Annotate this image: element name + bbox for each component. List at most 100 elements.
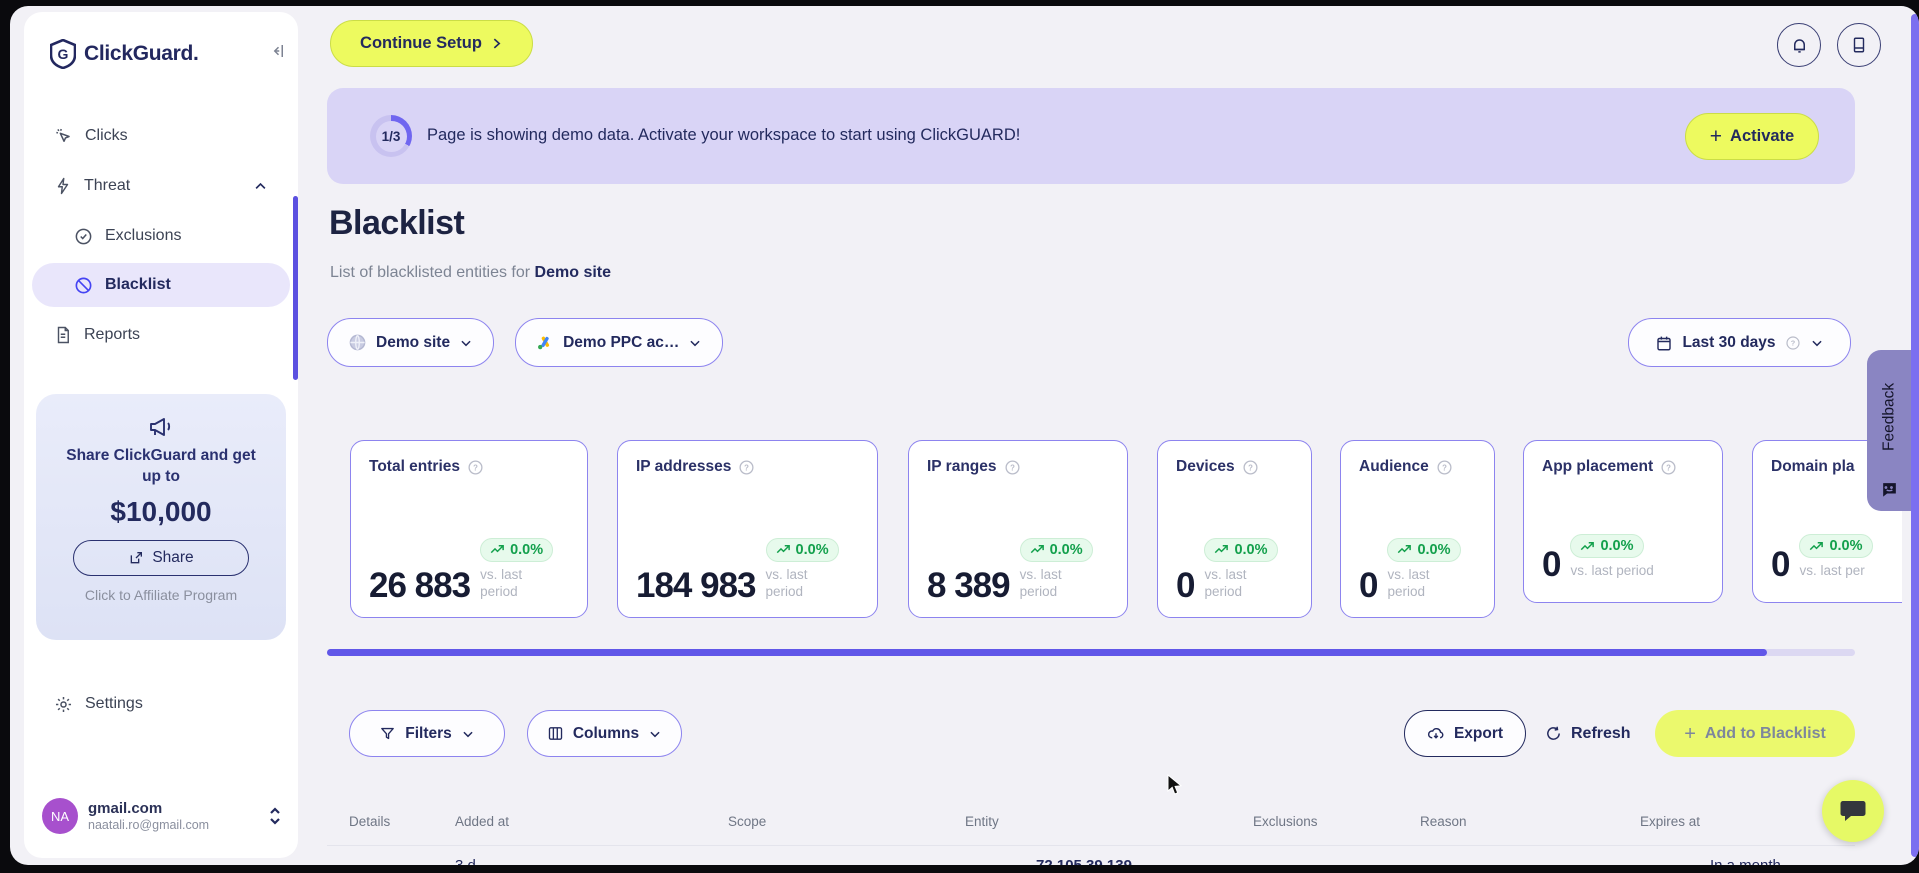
- logo-text: ClickGuard.: [84, 42, 199, 65]
- sidebar-item-clicks[interactable]: Clicks: [32, 114, 290, 158]
- filters-label: Filters: [405, 724, 452, 742]
- affiliate-promo-card[interactable]: Share ClickGuard and get up to $10,000 S…: [36, 394, 286, 640]
- svg-text:G: G: [58, 46, 69, 62]
- page-vertical-scrollbar[interactable]: [1911, 14, 1919, 857]
- page-subtitle: List of blacklisted entities for Demo si…: [330, 264, 611, 282]
- ppc-account-selector[interactable]: Demo PPC ac…: [515, 318, 724, 367]
- plus-icon: +: [1684, 722, 1696, 745]
- site-selector-label: Demo site: [376, 333, 451, 351]
- add-to-blacklist-label: Add to Blacklist: [1704, 724, 1826, 742]
- demo-data-banner: 1/3 Page is showing demo data. Activate …: [327, 88, 1855, 184]
- export-label: Export: [1453, 724, 1504, 742]
- date-range-label: Last 30 days: [1682, 333, 1776, 351]
- card-value: 0: [1176, 565, 1195, 605]
- change-value: 0.0%: [1417, 541, 1451, 558]
- settings-label: Settings: [85, 695, 143, 712]
- change-value: 0.0%: [1600, 538, 1634, 555]
- feedback-tab[interactable]: Feedback: [1867, 350, 1912, 511]
- docs-button[interactable]: [1837, 23, 1881, 67]
- column-header-details[interactable]: Details: [349, 814, 390, 829]
- cards-horizontal-scrollbar-thumb[interactable]: [327, 649, 1767, 656]
- change-value: 0.0%: [510, 541, 544, 558]
- mouse-cursor: [1167, 774, 1184, 796]
- sidebar-item-blacklist[interactable]: Blacklist: [32, 263, 290, 307]
- continue-setup-button[interactable]: Continue Setup: [330, 20, 533, 67]
- notifications-button[interactable]: [1777, 23, 1821, 67]
- cell-expires-at: In a month: [1710, 857, 1781, 865]
- cards-horizontal-scrollbar-track[interactable]: [327, 649, 1855, 656]
- collapse-sidebar-icon[interactable]: [268, 42, 286, 60]
- card-label: Total entries: [369, 458, 461, 475]
- plus-icon: +: [1709, 125, 1723, 148]
- change-badge: 0.0%: [1204, 537, 1278, 562]
- table-header-row: Details Added at Scope Entity Exclusions…: [10, 806, 1919, 836]
- page-subtitle-site: Demo site: [534, 264, 612, 281]
- change-badge: 0.0%: [480, 537, 554, 562]
- column-header-expires-at[interactable]: Expires at: [1640, 814, 1700, 829]
- chevron-up-icon[interactable]: [253, 179, 268, 194]
- chevron-down-icon: [461, 727, 475, 741]
- chat-widget-button[interactable]: [1822, 780, 1884, 842]
- table-divider: [327, 845, 1855, 846]
- sidebar-item-exclusions[interactable]: Exclusions: [32, 214, 290, 258]
- stat-card-devices: Devices ? 0 0.0% vs. last period: [1157, 440, 1312, 618]
- setup-progress-value: 1/3: [375, 120, 407, 152]
- card-label: App placement: [1542, 458, 1654, 475]
- site-selector[interactable]: Demo site: [327, 318, 495, 367]
- continue-setup-label: Continue Setup: [360, 34, 482, 52]
- column-header-scope[interactable]: Scope: [728, 814, 766, 829]
- sidebar-item-label: Threat: [84, 177, 131, 194]
- column-header-added-at[interactable]: Added at: [455, 814, 509, 829]
- promo-amount: $10,000: [110, 495, 212, 527]
- svg-text:?: ?: [1790, 338, 1795, 347]
- book-icon: [1850, 36, 1868, 54]
- stat-card-audience: Audience ? 0 0.0% vs. last period: [1340, 440, 1495, 618]
- column-header-reason[interactable]: Reason: [1420, 814, 1467, 829]
- column-header-exclusions[interactable]: Exclusions: [1253, 814, 1318, 829]
- activate-label: Activate: [1730, 127, 1795, 145]
- logo: G ClickGuard.: [50, 38, 283, 70]
- chevron-down-icon: [648, 727, 662, 741]
- report-file-icon: [54, 326, 72, 344]
- ppc-account-label: Demo PPC ac…: [563, 333, 680, 351]
- sidebar-item-settings[interactable]: Settings: [54, 682, 143, 726]
- change-value: 0.0%: [1049, 541, 1083, 558]
- filters-dropdown[interactable]: Filters: [349, 710, 505, 757]
- card-value: 0: [1542, 544, 1561, 584]
- export-button[interactable]: Export: [1404, 710, 1526, 757]
- change-badge: 0.0%: [1799, 534, 1873, 559]
- chevron-down-icon: [688, 336, 702, 350]
- share-button[interactable]: Share: [73, 539, 249, 576]
- sidebar-item-label: Blacklist: [105, 276, 171, 293]
- bell-icon: [1790, 36, 1809, 55]
- chevron-right-icon: [490, 37, 503, 50]
- cloud-download-icon: [1427, 725, 1445, 743]
- refresh-button[interactable]: Refresh: [1545, 710, 1631, 757]
- feedback-label: Feedback: [1880, 382, 1898, 452]
- change-badge: 0.0%: [1387, 537, 1461, 562]
- vs-period-label: vs. last per: [1799, 563, 1865, 579]
- google-ads-icon: [536, 334, 554, 352]
- badge-check-icon: [74, 227, 93, 246]
- gear-icon: [54, 695, 73, 714]
- svg-text:?: ?: [1442, 463, 1447, 472]
- vs-period-label: vs. last period: [1204, 566, 1247, 600]
- table-row[interactable]: 3 d 72.105.39.139 In a month: [10, 857, 1919, 865]
- activate-button[interactable]: + Activate: [1685, 113, 1819, 160]
- chevron-down-icon: [1810, 336, 1824, 350]
- column-header-entity[interactable]: Entity: [965, 814, 999, 829]
- sidebar-item-reports[interactable]: Reports: [32, 313, 290, 357]
- sidebar-item-threat[interactable]: Threat: [32, 164, 290, 208]
- card-label: Domain pla: [1771, 458, 1855, 475]
- sidebar-item-label: Clicks: [85, 127, 128, 144]
- sidebar-scrollbar[interactable]: [293, 196, 298, 380]
- calendar-icon: [1655, 334, 1673, 352]
- date-range-selector[interactable]: Last 30 days ?: [1628, 318, 1851, 367]
- banner-message: Page is showing demo data. Activate your…: [427, 126, 1021, 144]
- add-to-blacklist-button[interactable]: + Add to Blacklist: [1655, 710, 1855, 757]
- columns-dropdown[interactable]: Columns: [527, 710, 682, 757]
- vs-period-label: vs. last period: [1019, 566, 1062, 600]
- megaphone-icon: [36, 414, 286, 440]
- svg-text:?: ?: [1248, 463, 1253, 472]
- clickguard-shield-icon: G: [50, 39, 76, 69]
